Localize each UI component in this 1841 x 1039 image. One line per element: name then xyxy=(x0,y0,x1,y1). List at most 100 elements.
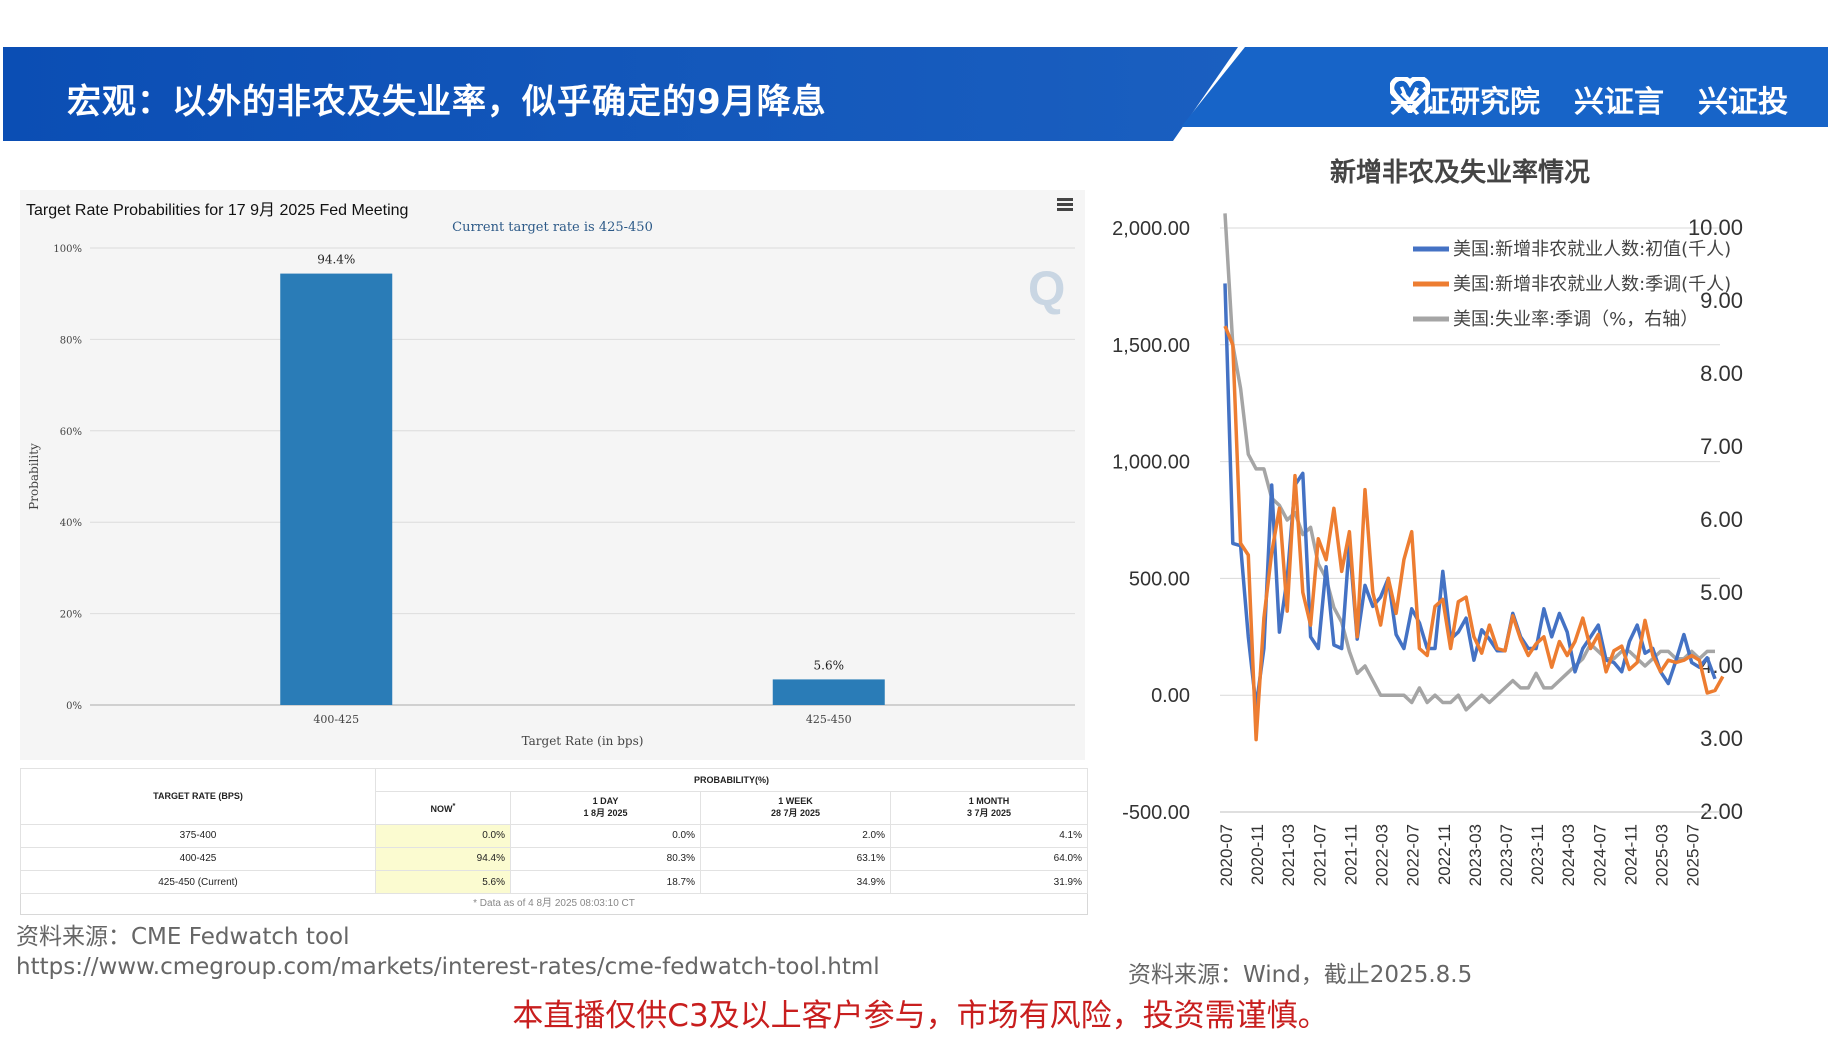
now-cell: 94.4% xyxy=(375,846,511,871)
heart-logo-icon xyxy=(1390,77,1430,113)
col-1week-label: 1 WEEK xyxy=(778,796,813,807)
title-banner: 宏观：以外的非农及失业率，似乎确定的9月降息 兴证研究院 兴证言 兴证投 xyxy=(3,47,1828,141)
day-cell: 80.3% xyxy=(510,846,701,871)
source-note-left: 资料来源：CME Fedwatch tool https://www.cmegr… xyxy=(16,922,880,982)
col-now-label: NOW xyxy=(430,804,453,815)
source-note-right: 资料来源：Wind，截止2025.8.5 xyxy=(1128,962,1473,988)
week-cell: 63.1% xyxy=(700,846,891,871)
y-left-tick-label: 1,000.00 xyxy=(1112,452,1190,474)
y-axis-label: Probability xyxy=(27,443,41,510)
risk-disclaimer: 本直播仅供C3及以上客户参与，市场有风险，投资需谨慎。 xyxy=(512,998,1329,1034)
probability-table: TARGET RATE (BPS) PROBABILITY(%) NOW* 1 … xyxy=(20,767,1088,915)
table-row: 425-450 (Current) 5.6% 18.7% 34.9% 31.9% xyxy=(20,869,1088,895)
x-tick-label: 425-450 xyxy=(806,713,852,726)
logo-yan: 兴证言 xyxy=(1390,77,1664,121)
hamburger-menu-icon[interactable] xyxy=(1057,198,1073,213)
col-now-asterisk: * xyxy=(452,801,456,811)
now-cell: 5.6% xyxy=(375,869,511,895)
y-left-tick-label: 500.00 xyxy=(1129,568,1190,590)
bar xyxy=(280,273,393,705)
x-tick-label: 2020-11 xyxy=(1248,824,1267,885)
day-cell: 18.7% xyxy=(510,869,701,895)
y-tick-label: 60% xyxy=(60,427,82,438)
brand-logos: 兴证研究院 兴证言 兴证投 xyxy=(1390,77,1788,121)
col-1month: 1 MONTH 3 7月 2025 xyxy=(890,791,1088,825)
col-1week: 1 WEEK 28 7月 2025 xyxy=(700,791,891,825)
table-footnote: * Data as of 4 8月 2025 08:03:10 CT xyxy=(473,898,635,909)
now-cell: 0.0% xyxy=(375,823,511,848)
y-right-tick-label: 8.00 xyxy=(1700,361,1743,386)
x-tick-label: 2020-07 xyxy=(1217,824,1236,886)
y-tick-label: 80% xyxy=(60,335,82,346)
source-left-line1: 资料来源：CME Fedwatch tool xyxy=(16,924,350,950)
x-tick-label: 2025-03 xyxy=(1653,824,1672,886)
col-1month-date: 3 7月 2025 xyxy=(966,808,1012,819)
col-now: NOW* xyxy=(375,791,511,825)
y-left-tick-label: 2,000.00 xyxy=(1112,218,1190,240)
logo-yan-label: 兴证言 xyxy=(1574,85,1664,120)
logo-tou: 兴证投 xyxy=(1390,77,1788,121)
fedwatch-subtitle: Current target rate is 425-450 xyxy=(452,220,653,235)
rate-cell: 375-400 xyxy=(20,823,376,848)
fedwatch-title: Target Rate Probabilities for 17 9月 2025… xyxy=(26,202,409,219)
y-left-tick-label: 0.00 xyxy=(1151,685,1190,707)
x-tick-label: 2024-03 xyxy=(1559,824,1578,886)
month-cell: 4.1% xyxy=(890,823,1088,848)
y-right-tick-label: 5.00 xyxy=(1700,580,1743,605)
x-tick-label: 2022-11 xyxy=(1435,824,1454,885)
y-tick-label: 100% xyxy=(53,244,82,255)
legend-label: 美国:失业率:季调（%，右轴） xyxy=(1453,309,1698,330)
x-tick-label: 2024-11 xyxy=(1621,824,1640,885)
legend-label: 美国:新增非农就业人数:初值(千人) xyxy=(1453,239,1731,260)
col-1week-date: 28 7月 2025 xyxy=(770,808,821,819)
col-1day-date: 1 8月 2025 xyxy=(583,808,628,819)
nonfarm-chart-title: 新增非农及失业率情况 xyxy=(1329,158,1590,188)
series-line xyxy=(1223,325,1725,742)
y-tick-label: 0% xyxy=(66,701,82,712)
bar-value-label: 94.4% xyxy=(317,253,355,267)
source-url: https://www.cmegroup.com/markets/interes… xyxy=(16,954,880,980)
x-axis-label: Target Rate (in bps) xyxy=(522,734,644,748)
legend-label: 美国:新增非农就业人数:季调(千人) xyxy=(1453,274,1731,295)
week-cell: 34.9% xyxy=(700,869,891,895)
col-1month-label: 1 MONTH xyxy=(968,796,1010,807)
nonfarm-line-chart: -500.00 0.00 500.00 1,000.00 1,500.00 2,000.0… xyxy=(1112,213,1743,886)
y-right-tick-label: 7.00 xyxy=(1700,434,1743,459)
y-right-tick-label: 3.00 xyxy=(1700,726,1743,751)
x-tick-label: 2021-07 xyxy=(1310,824,1329,886)
col-1day-label: 1 DAY xyxy=(592,796,619,807)
y-tick-label: 20% xyxy=(60,610,82,621)
rate-cell: 400-425 xyxy=(20,846,376,871)
x-tick-label: 2023-03 xyxy=(1466,824,1485,886)
x-tick-label: 2023-11 xyxy=(1528,824,1547,885)
y-right-tick-label: 10.00 xyxy=(1688,215,1743,240)
fedwatch-chart-panel: 0% 20% 40% 60% 80% 100% 94.4% 400-425 5.6% 425-45… xyxy=(20,190,1085,760)
table-row: 375-400 0.0% 0.0% 2.0% 4.1% xyxy=(20,823,1088,848)
x-tick-label: 2024-07 xyxy=(1590,824,1609,886)
col-1day: 1 DAY 1 8月 2025 xyxy=(510,791,701,825)
watermark-q-icon: Q xyxy=(1028,263,1066,316)
week-cell: 2.0% xyxy=(700,823,891,848)
x-tick-label: 2021-03 xyxy=(1279,824,1298,886)
table-row: 400-425 94.4% 80.3% 63.1% 64.0% xyxy=(20,846,1088,871)
y-right-tick-label: 6.00 xyxy=(1700,507,1743,532)
bar xyxy=(772,679,885,705)
col-probability: PROBABILITY(%) xyxy=(375,767,1088,793)
logo-tou-label: 兴证投 xyxy=(1698,85,1788,120)
page-title: 宏观：以外的非农及失业率，似乎确定的9月降息 xyxy=(67,82,827,122)
day-cell: 0.0% xyxy=(510,823,701,848)
y-tick-label: 40% xyxy=(60,518,82,529)
x-tick-label: 2022-03 xyxy=(1373,824,1392,886)
month-cell: 31.9% xyxy=(890,869,1088,895)
bar-value-label: 5.6% xyxy=(814,658,845,672)
x-tick-label: 2023-07 xyxy=(1497,824,1516,886)
y-left-tick-label: -500.00 xyxy=(1122,802,1190,824)
col-target-rate: TARGET RATE (BPS) xyxy=(20,768,376,825)
x-tick-label: 400-425 xyxy=(313,713,359,726)
x-tick-label: 2025-07 xyxy=(1684,824,1703,886)
month-cell: 64.0% xyxy=(890,846,1088,871)
x-tick-label: 2021-11 xyxy=(1341,824,1360,885)
fedwatch-bar-chart: 0% 20% 40% 60% 80% 100% 94.4% 400-425 5.6% 425-45… xyxy=(27,244,1075,748)
y-left-tick-label: 1,500.00 xyxy=(1112,335,1190,357)
rate-cell: 425-450 (Current) xyxy=(20,869,376,895)
